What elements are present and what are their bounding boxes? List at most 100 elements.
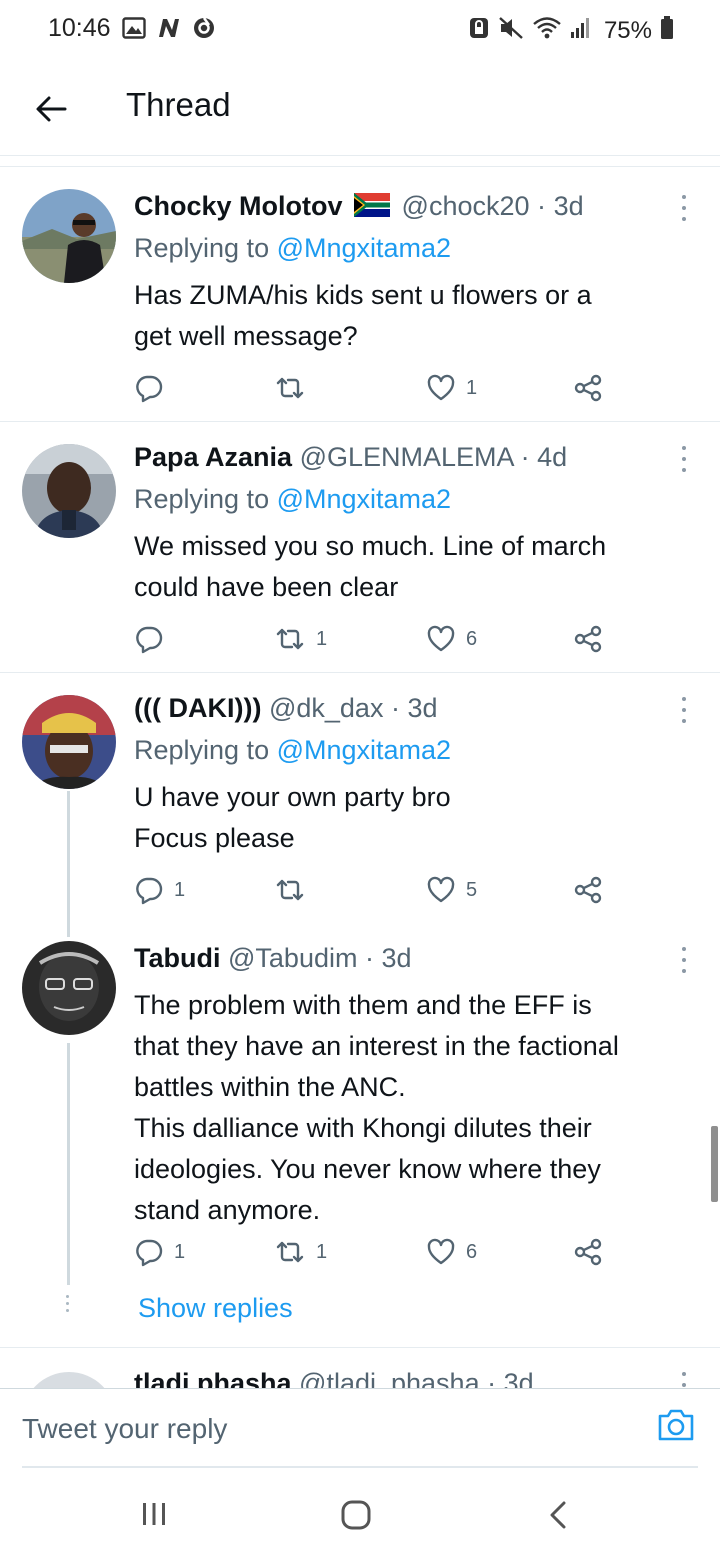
share-button[interactable] (572, 371, 604, 405)
timestamp[interactable]: 3d (554, 191, 584, 221)
separator-dot: · (487, 1368, 497, 1388)
display-name[interactable]: Tabudi (134, 943, 220, 973)
share-button[interactable] (572, 1235, 604, 1269)
share-button[interactable] (572, 873, 604, 907)
retweet-button[interactable] (274, 371, 316, 405)
mention-link[interactable]: @Mngxitama2 (277, 735, 451, 765)
reply-composer[interactable]: Tweet your reply (0, 1388, 720, 1468)
like-count: 5 (466, 878, 478, 901)
retweet-icon (276, 879, 304, 901)
mention-link[interactable]: @Mngxitama2 (277, 233, 451, 263)
more-options-icon[interactable] (674, 693, 694, 727)
home-icon[interactable] (340, 1500, 372, 1535)
arrow-left-icon (36, 96, 67, 122)
like-button[interactable]: 1 (426, 371, 477, 405)
n-icon (156, 17, 182, 44)
handle[interactable]: @chock20 (402, 191, 530, 221)
separator-dot: · (364, 943, 374, 973)
like-button[interactable]: 6 (426, 1235, 477, 1269)
more-options-icon[interactable] (674, 1368, 694, 1388)
tweet[interactable]: ((( DAKI))) @dk_dax · 3d Replying to @Mn… (0, 673, 720, 931)
like-button[interactable]: 5 (426, 873, 477, 907)
thread-connector (67, 923, 70, 937)
battery-icon (660, 16, 674, 45)
reply-input[interactable]: Tweet your reply (22, 1413, 227, 1445)
avatar[interactable] (22, 189, 116, 283)
gallery-icon (122, 17, 146, 44)
heart-icon (427, 1238, 455, 1265)
retweet-icon (276, 628, 304, 650)
wifi-icon (532, 16, 562, 45)
avatar[interactable] (22, 695, 116, 789)
more-options-icon[interactable] (674, 191, 694, 225)
tweet-text: We missed you so much. Line of march cou… (134, 531, 607, 602)
ring-icon (192, 16, 216, 45)
more-options-icon[interactable] (674, 943, 694, 977)
reply-count: 1 (174, 1240, 186, 1263)
avatar[interactable] (22, 1372, 116, 1388)
retweet-button[interactable]: 1 (274, 622, 327, 656)
like-count: 6 (466, 1240, 478, 1263)
handle[interactable]: @GLENMALEMA (300, 442, 513, 472)
reply-button[interactable] (134, 371, 174, 405)
separator-dot: · (537, 191, 547, 221)
more-options-icon[interactable] (674, 442, 694, 476)
reply-button[interactable] (134, 622, 174, 656)
retweet-button[interactable]: 1 (274, 1235, 327, 1269)
back-icon[interactable] (546, 1500, 570, 1535)
share-icon (574, 876, 602, 904)
replying-to: Replying to @Mngxitama2 (134, 233, 451, 264)
timestamp[interactable]: 3d (407, 693, 437, 723)
handle[interactable]: @Tabudim (228, 943, 357, 973)
like-count: 6 (466, 627, 478, 650)
tweet-text: Has ZUMA/his kids sent u flowers or a ge… (134, 280, 592, 351)
replying-to-label: Replying to (134, 735, 277, 765)
show-replies-link[interactable]: Show replies (138, 1293, 293, 1324)
android-navbar (0, 1470, 720, 1560)
scrollbar[interactable] (711, 1126, 718, 1202)
recent-apps-icon[interactable] (140, 1500, 168, 1533)
display-name[interactable]: Chocky Molotov (134, 191, 343, 221)
heart-icon (427, 374, 455, 401)
display-name[interactable]: tladi phasha (134, 1368, 292, 1388)
camera-icon (658, 1409, 694, 1441)
display-name[interactable]: ((( DAKI))) (134, 693, 261, 723)
tweet[interactable]: tladi phasha @tladi_phasha · 3d (0, 1348, 720, 1388)
reply-icon (136, 626, 163, 654)
tweet-actions: 1 (134, 371, 614, 405)
back-button[interactable] (28, 86, 74, 132)
camera-button[interactable] (656, 1407, 696, 1443)
handle[interactable]: @tladi_phasha (299, 1368, 480, 1388)
timestamp[interactable]: 4d (537, 442, 567, 472)
like-button[interactable]: 6 (426, 622, 477, 656)
tweet-text: The problem with them and the EFF is tha… (134, 990, 619, 1225)
status-bar: 10:46 75% (0, 0, 720, 60)
display-name[interactable]: Papa Azania (134, 442, 292, 472)
page-title: Thread (126, 86, 231, 123)
retweet-button[interactable] (274, 873, 316, 907)
avatar[interactable] (22, 444, 116, 538)
thread-header: Thread (0, 60, 720, 156)
replying-to-label: Replying to (134, 484, 277, 514)
tweet-header: tladi phasha @tladi_phasha · 3d (134, 1368, 660, 1388)
retweet-icon (276, 1241, 304, 1263)
reply-icon (136, 375, 163, 403)
thread-feed[interactable]: Chocky Molotov @chock20 · 3d Replying to… (0, 166, 720, 1388)
timestamp[interactable]: 3d (382, 943, 412, 973)
mention-link[interactable]: @Mngxitama2 (277, 484, 451, 514)
tweet[interactable]: Chocky Molotov @chock20 · 3d Replying to… (0, 167, 720, 422)
system-icons: 75% (468, 16, 674, 45)
reply-button[interactable]: 1 (134, 1235, 185, 1269)
separator-dot: · (390, 693, 400, 723)
tweet[interactable]: Papa Azania @GLENMALEMA · 4d Replying to… (0, 422, 720, 673)
tweet-header: Papa Azania @GLENMALEMA · 4d (134, 442, 660, 473)
south-africa-flag-icon (354, 193, 391, 224)
share-button[interactable] (572, 622, 604, 656)
timestamp[interactable]: 3d (504, 1368, 534, 1388)
battery-percentage: 75% (603, 16, 652, 44)
thread-connector (67, 791, 70, 931)
tweet[interactable]: Tabudi @Tabudim · 3d The problem with th… (0, 923, 720, 1348)
reply-button[interactable]: 1 (134, 873, 185, 907)
avatar[interactable] (22, 941, 116, 1035)
handle[interactable]: @dk_dax (269, 693, 383, 723)
